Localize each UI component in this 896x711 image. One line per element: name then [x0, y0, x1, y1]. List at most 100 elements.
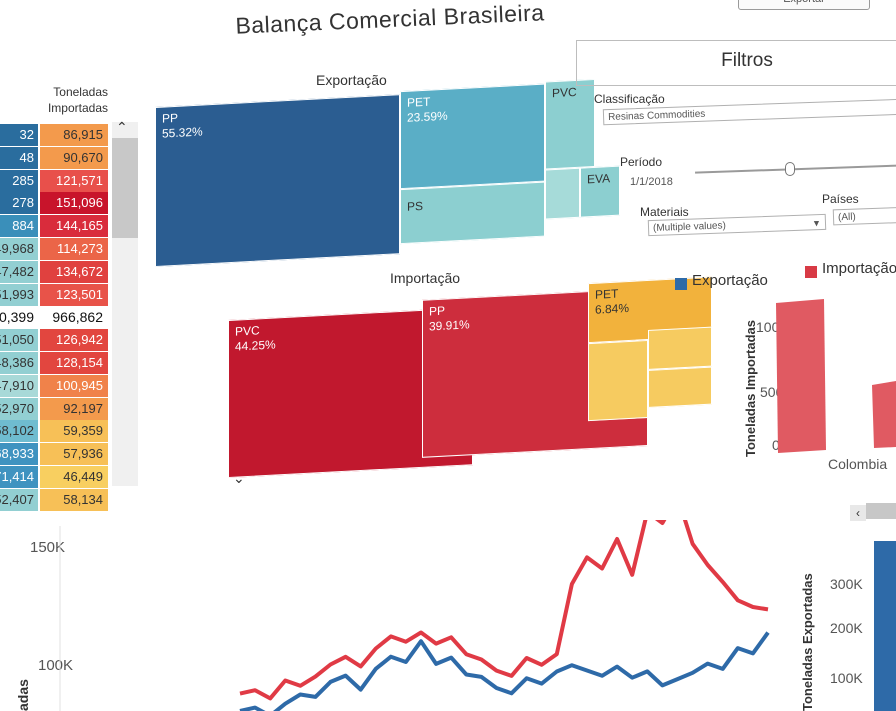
exports-by-country-chart: Toneladas Exportadas 300K 200K 100K [800, 541, 896, 711]
legend-import-swatch [805, 266, 817, 278]
table-row: 47,482134,672 [0, 260, 110, 284]
cell-exported: 68,933 [0, 443, 38, 466]
cell-imported: 59,359 [40, 420, 108, 443]
table-row: 884 144,165 [0, 215, 110, 238]
filters-panel-title: Filtros [576, 40, 896, 86]
cell-imported: 966,862 [40, 306, 108, 329]
table-row: 48,386128,154 [0, 351, 110, 375]
bar-chart-ylabel: Toneladas Importadas [743, 320, 758, 457]
treemap-tile-ps[interactable]: PS [400, 181, 545, 245]
bar-category-colombia: Colombia [828, 456, 887, 472]
cell-exported: 32 [0, 124, 38, 146]
cell-imported: 126,942 [40, 329, 108, 352]
cell-exported: 51,050 [0, 329, 38, 352]
cell-imported: 151,096 [40, 192, 108, 215]
cell-exported: 285 [0, 169, 38, 192]
treemap-tile-small-import[interactable] [648, 326, 712, 370]
imports-by-country-chart: Toneladas Importadas 1000K 500K 0K Colom… [743, 299, 896, 472]
cell-imported: 128,154 [40, 351, 108, 374]
table-row: 52,40758,134 [0, 488, 110, 512]
bar-next-country [872, 381, 896, 448]
cell-imported: 46,449 [40, 465, 108, 488]
table-scroll-thumb[interactable] [112, 138, 138, 238]
table-row: 71,41446,449 [0, 465, 110, 489]
cell-imported: 90,670 [40, 146, 108, 169]
data-table: 32 86,915 48 90,670 285 121,571 278 151,096 884 1… [0, 124, 110, 512]
table-total-row: 450,399966,862 [0, 306, 110, 329]
cell-exported: 58,102 [0, 420, 38, 443]
periodo-slider-track[interactable] [695, 164, 896, 174]
cell-imported: 144,165 [40, 215, 108, 238]
tile-label: PS [407, 198, 424, 214]
legend-import-label[interactable]: Importação [822, 260, 896, 277]
line-ytick-100k: 100K [38, 657, 73, 674]
periodo-slider-handle[interactable] [785, 162, 795, 176]
monthly-trade-line-chart: 150K 100K adas [15, 520, 770, 711]
cell-imported: 57,936 [40, 443, 108, 466]
paises-label: Países [822, 192, 859, 206]
page-title: Balança Comercial Brasileira [234, 0, 546, 39]
treemap-tile-pp[interactable]: PP 55.32% [155, 94, 400, 267]
materiais-value: (Multiple values) [652, 220, 727, 234]
treemap-tile-pvc[interactable]: PVC [545, 78, 595, 170]
table-row: 285 121,571 [0, 169, 110, 193]
treemap-tile-eva[interactable]: EVA [580, 165, 620, 218]
right-tick-300k: 300K [830, 576, 863, 592]
cell-imported: 92,197 [40, 397, 108, 420]
paises-select[interactable]: (All) [832, 206, 896, 226]
table-row: 32 86,915 [0, 124, 110, 147]
line-chart-ylabel: adas [15, 679, 31, 711]
cell-imported: 134,672 [40, 260, 108, 283]
scroll-up-icon[interactable]: ⌃ [116, 119, 128, 136]
export-treemap: PP 55.32% PET 23.59% PS PVC EVA [155, 69, 620, 268]
cell-exported: 47,482 [0, 260, 38, 283]
cell-exported: 51,993 [0, 283, 38, 306]
cell-imported: 123,501 [40, 283, 108, 306]
periodo-value: 1/1/2018 [630, 176, 673, 188]
treemap-tile-small-import[interactable] [648, 366, 712, 408]
table-header: Toneladas Importadas [0, 84, 108, 116]
horizontal-scroll-thumb[interactable] [866, 503, 896, 519]
chevron-down-icon: ▼ [811, 218, 822, 229]
cell-exported: 71,414 [0, 465, 38, 488]
cell-exported: 47,910 [0, 374, 38, 397]
tile-label: PVC [552, 84, 577, 101]
cell-imported: 100,945 [40, 374, 108, 397]
cell-exported: 884 [0, 215, 38, 238]
cell-imported: 114,273 [40, 237, 108, 260]
cell-imported: 121,571 [40, 169, 108, 192]
treemap-tile-pet[interactable]: PET 23.59% [400, 83, 545, 190]
import-treemap: PVC 44.25% PP 39.91% PET 6.84% [228, 264, 718, 478]
chevron-left-icon[interactable]: ‹ [850, 505, 866, 521]
table-row: 278 151,096 [0, 192, 110, 215]
table-row: 51,050126,942 [0, 329, 110, 352]
periodo-label: Período [620, 155, 663, 169]
cell-exported: 52,970 [0, 397, 38, 420]
export-button[interactable]: Exportar [738, 0, 870, 10]
cell-exported: 49,968 [0, 237, 38, 260]
cell-exported: 48 [0, 146, 38, 169]
right-tick-200k: 200K [830, 620, 863, 636]
series-line-importacao[interactable] [239, 520, 769, 701]
tile-label: EVA [587, 171, 611, 187]
treemap-tile-small-import[interactable] [588, 339, 648, 422]
legend-export-swatch [675, 278, 687, 290]
table-row: 68,93357,936 [0, 443, 110, 466]
cell-exported: 48,386 [0, 351, 38, 374]
bar-export-country [874, 541, 896, 711]
classificacao-label: Classificação [594, 92, 665, 106]
cell-exported: 52,407 [0, 488, 38, 511]
materiais-label: Materiais [640, 205, 689, 219]
table-row: 47,910100,945 [0, 374, 110, 398]
right-tick-100k: 100K [830, 670, 863, 686]
bar-colombia [776, 299, 826, 453]
cell-imported: 86,915 [40, 124, 108, 146]
table-row: 51,993123,501 [0, 283, 110, 307]
cell-exported: 450,399 [0, 306, 38, 329]
cell-exported: 278 [0, 192, 38, 215]
table-row: 48 90,670 [0, 146, 110, 170]
treemap-tile-small[interactable] [545, 167, 580, 220]
table-header-line1: Toneladas [53, 85, 108, 99]
table-header-line2: Importadas [47, 101, 108, 115]
right-chart-ylabel: Toneladas Exportadas [800, 573, 815, 711]
